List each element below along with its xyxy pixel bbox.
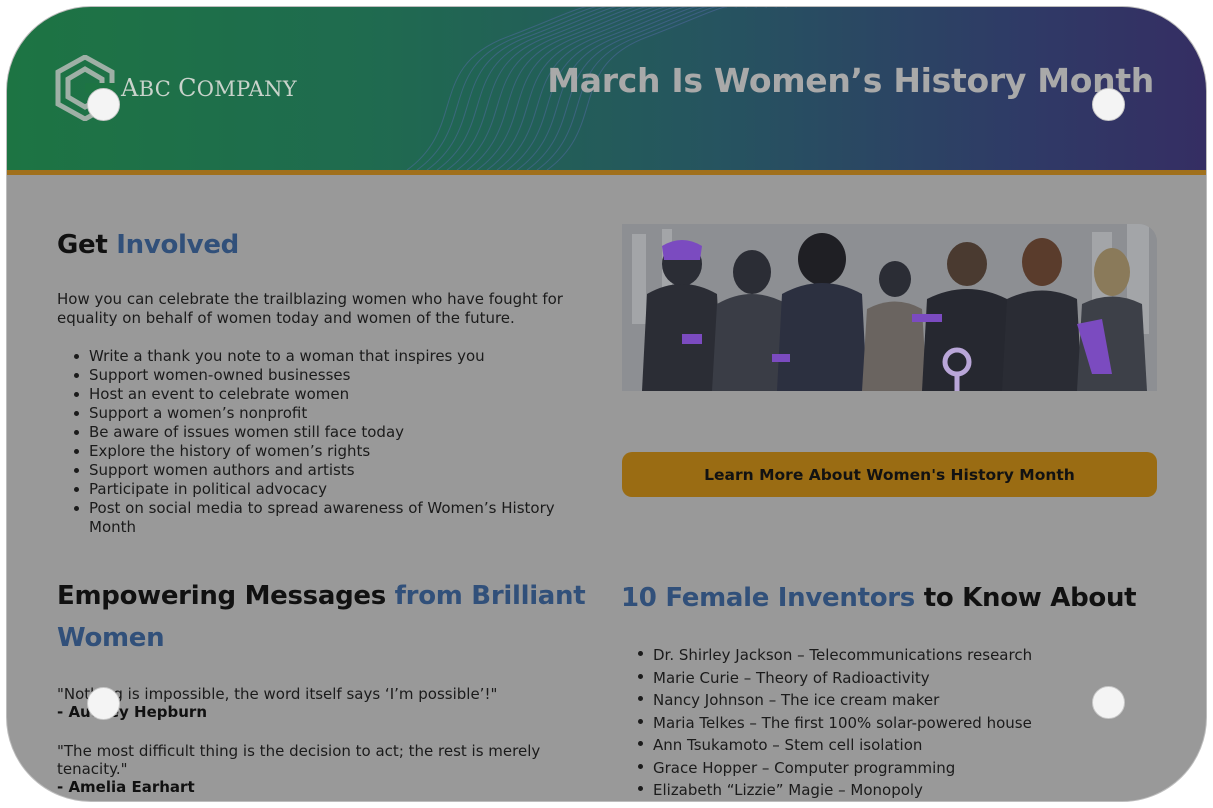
company-name: ABC COMPANY — [121, 74, 297, 102]
list-item: Grace Hopper – Computer programming — [629, 757, 1189, 780]
list-item: Ann Tsukamoto – Stem cell isolation — [629, 734, 1189, 757]
list-item: Write a thank you note to a woman that i… — [65, 347, 605, 366]
women-group-illustration — [622, 224, 1157, 391]
female-inventors-list: Dr. Shirley Jackson – Telecommunications… — [629, 644, 1189, 801]
list-item: Explore the history of women’s rights — [65, 442, 605, 461]
list-item: Elizabeth “Lizzie” Magie – Monopoly — [629, 779, 1189, 801]
page-title: March Is Women’s History Month — [547, 61, 1154, 100]
women-group-photo — [622, 224, 1157, 391]
placeholder-dot-icon[interactable] — [87, 687, 120, 720]
list-item: Host an event to celebrate women — [65, 385, 605, 404]
list-item: Participate in political advocacy — [65, 480, 605, 499]
female-inventors-heading: 10 Female Inventors to Know About — [621, 583, 1137, 613]
list-item: Be aware of issues women still face toda… — [65, 423, 605, 442]
empowering-messages-heading: Empowering Messages from Brilliant Women — [57, 581, 586, 653]
header-banner: ABC COMPANY March Is Women’s History Mon… — [7, 7, 1206, 170]
get-involved-intro: How you can celebrate the trailblazing w… — [57, 290, 563, 327]
placeholder-dot-icon[interactable] — [1092, 88, 1125, 121]
list-item: Support women authors and artists — [65, 461, 605, 480]
quote-block: "The most difficult thing is the decisio… — [57, 742, 597, 796]
header-divider — [7, 170, 1206, 175]
list-item: Support a women’s nonprofit — [65, 404, 605, 423]
placeholder-dot-icon[interactable] — [1092, 686, 1125, 719]
newsletter-frame: ABC COMPANY March Is Women’s History Mon… — [6, 6, 1207, 802]
list-item: Support women-owned businesses — [65, 366, 605, 385]
quote-author: - Amelia Earhart — [57, 778, 195, 796]
list-item: Post on social media to spread awareness… — [65, 499, 605, 537]
quote-text: "The most difficult thing is the decisio… — [57, 742, 541, 778]
quote-text: "Nothing is impossible, the word itself … — [57, 685, 498, 703]
quote-block: "Nothing is impossible, the word itself … — [57, 685, 597, 721]
learn-more-button[interactable]: Learn More About Women's History Month — [622, 452, 1157, 497]
get-involved-heading: Get Involved — [57, 230, 239, 260]
list-item: Dr. Shirley Jackson – Telecommunications… — [629, 644, 1189, 667]
placeholder-dot-icon[interactable] — [87, 88, 120, 121]
get-involved-list: Write a thank you note to a woman that i… — [65, 347, 605, 537]
quote-author: - Audrey Hepburn — [57, 703, 207, 721]
